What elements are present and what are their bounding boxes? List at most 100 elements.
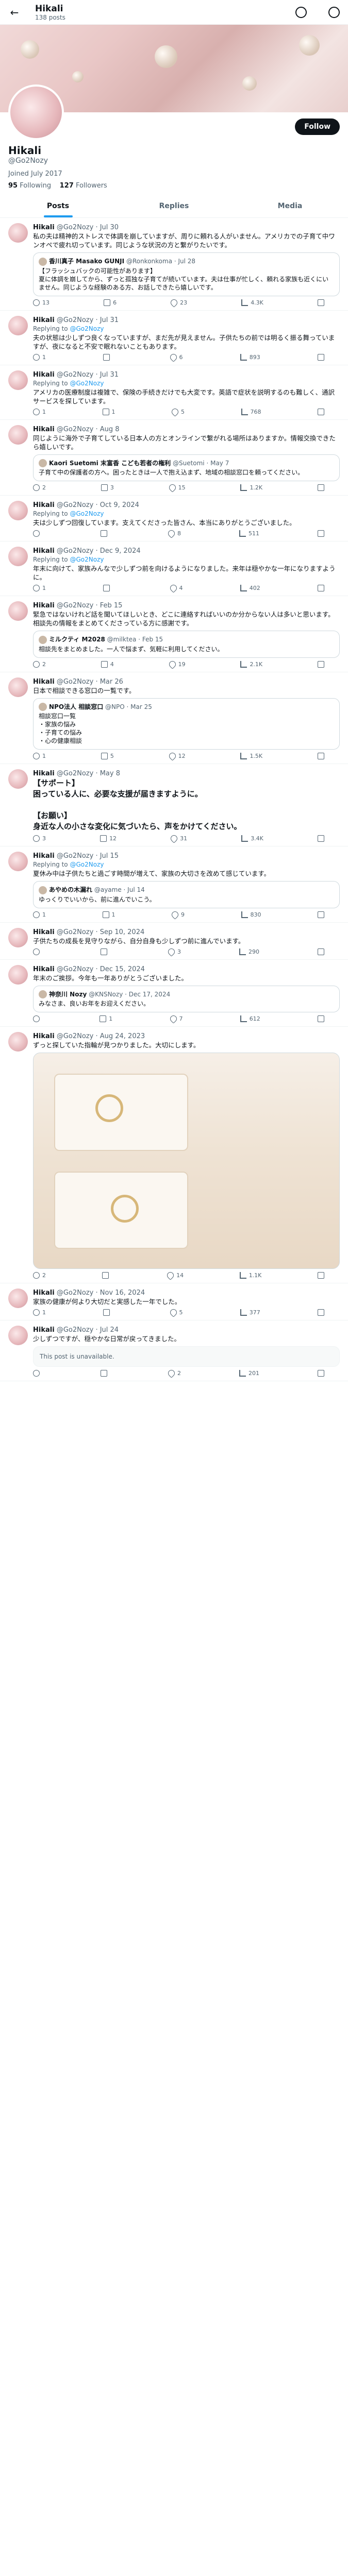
tweet-date[interactable]: Jul 15 xyxy=(100,852,119,860)
tweet-date[interactable]: Dec 15, 2024 xyxy=(100,965,145,973)
reply-button[interactable]: 1 xyxy=(33,585,46,591)
tweet-date[interactable]: Mar 26 xyxy=(100,678,123,686)
repost-button[interactable]: 1 xyxy=(102,911,115,918)
reply-to-handle[interactable]: @Go2Nozy xyxy=(70,510,104,517)
repost-button[interactable] xyxy=(101,530,110,537)
share-button[interactable] xyxy=(318,911,324,918)
followers-label[interactable]: Followers xyxy=(76,182,107,190)
share-button[interactable] xyxy=(317,835,324,842)
repost-button[interactable]: 1 xyxy=(100,1015,112,1022)
reply-to-handle[interactable]: @Go2Nozy xyxy=(70,325,104,332)
like-button[interactable]: 19 xyxy=(167,659,186,669)
like-button[interactable]: 15 xyxy=(167,483,186,493)
quoted-tweet[interactable]: NPO法人 相談窓口 @NPO · Mar 25 相談窓口一覧 ・家族の悩み ・子… xyxy=(33,698,340,750)
reply-button[interactable]: 1 xyxy=(33,408,46,415)
following-label[interactable]: Following xyxy=(20,182,51,190)
like-button[interactable]: 12 xyxy=(167,751,186,761)
like-button[interactable]: 14 xyxy=(165,1270,184,1280)
reply-button[interactable]: 1 xyxy=(33,911,46,918)
reply-button[interactable] xyxy=(33,1015,42,1022)
tweet-author-name[interactable]: Hikali xyxy=(33,852,55,860)
tweet[interactable]: Hikali @Go2Nozy · Jul 31 Replying to @Go2… xyxy=(0,365,348,420)
tweet[interactable]: Hikali @Go2Nozy · May 8 【サポート】 困っている人に、必要… xyxy=(0,764,348,846)
views-button[interactable]: 377 xyxy=(240,1309,260,1316)
tweet-date[interactable]: Aug 24, 2023 xyxy=(100,1032,145,1040)
reply-button[interactable]: 1 xyxy=(33,353,46,361)
follow-button[interactable]: Follow xyxy=(295,118,340,135)
views-button[interactable]: 3.4K xyxy=(241,835,263,842)
following-count[interactable]: 95 xyxy=(8,182,18,190)
repost-button[interactable] xyxy=(101,1370,110,1377)
like-button[interactable]: 5 xyxy=(168,1308,183,1317)
tweet[interactable]: Hikali @Go2Nozy · Jul 15 Replying to @Go2… xyxy=(0,846,348,923)
tweet[interactable]: Hikali @Go2Nozy · Aug 24, 2023 ずっと探していた指輪… xyxy=(0,1027,348,1283)
repost-button[interactable]: 5 xyxy=(101,753,114,759)
reply-button[interactable]: 1 xyxy=(33,753,46,759)
views-button[interactable]: 1.2K xyxy=(240,484,262,491)
repost-button[interactable] xyxy=(103,1309,112,1316)
reply-to-handle[interactable]: @Go2Nozy xyxy=(70,380,104,387)
tweet-date[interactable]: Sep 10, 2024 xyxy=(100,928,145,936)
followers-count[interactable]: 127 xyxy=(60,182,74,190)
views-button[interactable]: 511 xyxy=(239,530,259,537)
views-button[interactable]: 612 xyxy=(240,1015,260,1022)
like-button[interactable]: 7 xyxy=(168,1014,183,1024)
tweet-date[interactable]: Feb 15 xyxy=(100,602,123,609)
tweet-author-name[interactable]: Hikali xyxy=(33,678,55,686)
share-button[interactable] xyxy=(318,353,324,361)
tweet-author-name[interactable]: Hikali xyxy=(33,371,55,379)
views-button[interactable]: 201 xyxy=(239,1370,259,1377)
reply-button[interactable]: 2 xyxy=(33,660,46,668)
like-button[interactable]: 9 xyxy=(170,909,185,920)
tweet-author-name[interactable]: Hikali xyxy=(33,770,55,777)
like-button[interactable]: 8 xyxy=(167,529,181,538)
tweet-avatar[interactable] xyxy=(8,1326,28,1345)
tweet-author-name[interactable]: Hikali xyxy=(33,224,55,231)
views-button[interactable]: 1.5K xyxy=(240,753,262,759)
tweet[interactable]: Hikali @Go2Nozy · Aug 8 同じように海外で子育てしている日本… xyxy=(0,420,348,496)
share-button[interactable] xyxy=(317,660,324,668)
repost-button[interactable] xyxy=(103,585,112,591)
tweet-avatar[interactable] xyxy=(8,425,28,445)
share-button[interactable] xyxy=(318,1015,324,1022)
tweet-avatar[interactable] xyxy=(8,315,28,335)
tweet-avatar[interactable] xyxy=(8,852,28,871)
tweet-avatar[interactable] xyxy=(8,927,28,947)
repost-button[interactable]: 12 xyxy=(100,835,117,842)
tweet[interactable]: Hikali @Go2Nozy · Feb 15 緊急ではないけれど話を聞いてほし… xyxy=(0,596,348,672)
reply-button[interactable]: 2 xyxy=(33,1272,46,1279)
reply-to-handle[interactable]: @Go2Nozy xyxy=(70,861,104,868)
share-button[interactable] xyxy=(318,530,324,537)
like-button[interactable]: 23 xyxy=(169,297,187,308)
share-button[interactable] xyxy=(318,585,324,591)
tweet-avatar[interactable] xyxy=(8,223,28,243)
like-button[interactable]: 2 xyxy=(167,1368,181,1378)
tweet-date[interactable]: Jul 30 xyxy=(100,224,119,231)
repost-button[interactable] xyxy=(103,353,112,361)
views-button[interactable]: 2.1K xyxy=(240,660,262,668)
views-button[interactable]: 402 xyxy=(240,585,260,591)
tweet-avatar[interactable] xyxy=(8,601,28,621)
tweet-date[interactable]: Jul 31 xyxy=(100,316,119,324)
more-icon[interactable] xyxy=(328,6,340,18)
reply-button[interactable] xyxy=(33,530,42,537)
views-button[interactable]: 893 xyxy=(240,353,260,361)
tweet[interactable]: Hikali @Go2Nozy · Jul 24 少しずつですが、穏やかな日常が戻… xyxy=(0,1320,348,1381)
quoted-tweet[interactable]: 香川真子 Masako GUNJI @Ronkonkoma · Jul 28 【フ… xyxy=(33,252,340,296)
tweet-avatar[interactable] xyxy=(8,370,28,390)
tweet-author-name[interactable]: Hikali xyxy=(33,1032,55,1040)
share-button[interactable] xyxy=(317,299,324,306)
share-button[interactable] xyxy=(317,753,324,759)
share-button[interactable] xyxy=(318,1370,324,1377)
tweet-avatar[interactable] xyxy=(8,1289,28,1308)
avatar[interactable] xyxy=(8,84,64,140)
tweet-date[interactable]: Jul 31 xyxy=(100,371,119,379)
tweet-date[interactable]: Nov 16, 2024 xyxy=(100,1289,145,1297)
tweet-date[interactable]: Oct 9, 2024 xyxy=(100,501,139,509)
tweet-media-image[interactable] xyxy=(33,1053,340,1269)
tweet-author-name[interactable]: Hikali xyxy=(33,501,55,509)
tweet[interactable]: Hikali @Go2Nozy · Sep 10, 2024 子供たちの成長を見守… xyxy=(0,923,348,960)
search-icon[interactable] xyxy=(295,6,307,18)
repost-button[interactable]: 4 xyxy=(101,660,114,668)
views-button[interactable]: 290 xyxy=(239,948,259,955)
